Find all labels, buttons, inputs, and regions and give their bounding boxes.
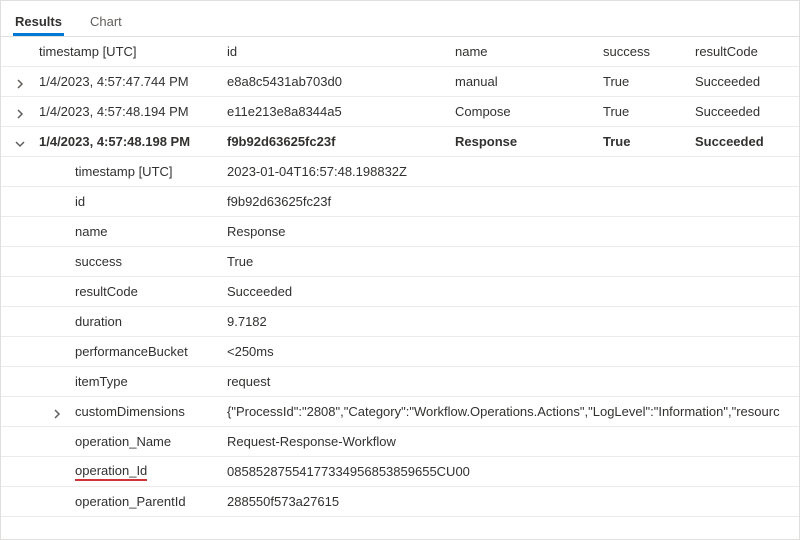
tab-results[interactable]: Results	[13, 8, 64, 36]
cell-resultcode: Succeeded	[695, 104, 799, 119]
detail-key-label: name	[75, 224, 108, 239]
cell-success: True	[603, 134, 695, 149]
detail-key: itemType	[75, 374, 227, 389]
chevron-down-icon[interactable]	[15, 137, 25, 147]
detail-key: success	[75, 254, 227, 269]
detail-key: performanceBucket	[75, 344, 227, 359]
detail-row: resultCode Succeeded	[1, 277, 799, 307]
detail-key-label: customDimensions	[75, 404, 185, 419]
detail-row: operation_Id 0858528755417733495685385965…	[1, 457, 799, 487]
row-toggle[interactable]	[1, 137, 39, 147]
cell-timestamp: 1/4/2023, 4:57:48.198 PM	[39, 134, 227, 149]
detail-key-label: duration	[75, 314, 122, 329]
detail-key: name	[75, 224, 227, 239]
detail-value: Response	[227, 224, 799, 239]
detail-key: id	[75, 194, 227, 209]
detail-row: duration 9.7182	[1, 307, 799, 337]
header-timestamp[interactable]: timestamp [UTC]	[39, 44, 227, 59]
detail-row: performanceBucket <250ms	[1, 337, 799, 367]
detail-value: 288550f573a27615	[227, 494, 799, 509]
detail-key: operation_Id	[75, 463, 227, 481]
detail-value: True	[227, 254, 799, 269]
detail-value: request	[227, 374, 799, 389]
cell-success: True	[603, 74, 695, 89]
detail-key: duration	[75, 314, 227, 329]
header-id[interactable]: id	[227, 44, 455, 59]
row-details: timestamp [UTC] 2023-01-04T16:57:48.19883…	[1, 157, 799, 517]
detail-key-label: timestamp [UTC]	[75, 164, 173, 179]
table-row[interactable]: 1/4/2023, 4:57:47.744 PMe8a8c5431ab703d0…	[1, 67, 799, 97]
detail-row: itemType request	[1, 367, 799, 397]
cell-timestamp: 1/4/2023, 4:57:47.744 PM	[39, 74, 227, 89]
header-name[interactable]: name	[455, 44, 603, 59]
detail-sub-toggle[interactable]	[39, 407, 75, 417]
detail-value: Succeeded	[227, 284, 799, 299]
detail-key-label: success	[75, 254, 122, 269]
detail-key-label: operation_Name	[75, 434, 171, 449]
column-header-row: timestamp [UTC] id name success resultCo…	[1, 37, 799, 67]
row-toggle[interactable]	[1, 77, 39, 87]
table-row[interactable]: 1/4/2023, 4:57:48.194 PMe11e213e8a8344a5…	[1, 97, 799, 127]
tab-bar: Results Chart	[1, 1, 799, 37]
detail-key-label: resultCode	[75, 284, 138, 299]
detail-value: f9b92d63625fc23f	[227, 194, 799, 209]
cell-timestamp: 1/4/2023, 4:57:48.194 PM	[39, 104, 227, 119]
tab-chart[interactable]: Chart	[88, 8, 124, 36]
detail-key: customDimensions	[75, 404, 227, 419]
detail-value: {"ProcessId":"2808","Category":"Workflow…	[227, 404, 799, 419]
chevron-right-icon[interactable]	[15, 107, 25, 117]
detail-value: 2023-01-04T16:57:48.198832Z	[227, 164, 799, 179]
header-success[interactable]: success	[603, 44, 695, 59]
cell-name: Compose	[455, 104, 603, 119]
detail-key: resultCode	[75, 284, 227, 299]
detail-row: customDimensions {"ProcessId":"2808","Cat…	[1, 397, 799, 427]
cell-id: e11e213e8a8344a5	[227, 104, 455, 119]
chevron-right-icon[interactable]	[15, 77, 25, 87]
detail-row: id f9b92d63625fc23f	[1, 187, 799, 217]
cell-resultcode: Succeeded	[695, 74, 799, 89]
detail-value: Request-Response-Workflow	[227, 434, 799, 449]
detail-row: operation_ParentId 288550f573a27615	[1, 487, 799, 517]
detail-key: timestamp [UTC]	[75, 164, 227, 179]
detail-value: 9.7182	[227, 314, 799, 329]
detail-row: timestamp [UTC] 2023-01-04T16:57:48.19883…	[1, 157, 799, 187]
detail-key: operation_Name	[75, 434, 227, 449]
header-resultcode[interactable]: resultCode	[695, 44, 799, 59]
cell-name: Response	[455, 134, 603, 149]
detail-key-label: operation_Id	[75, 463, 147, 481]
cell-resultcode: Succeeded	[695, 134, 799, 149]
cell-id: f9b92d63625fc23f	[227, 134, 455, 149]
detail-key-label: itemType	[75, 374, 128, 389]
detail-key-label: performanceBucket	[75, 344, 188, 359]
table-row[interactable]: 1/4/2023, 4:57:48.198 PMf9b92d63625fc23f…	[1, 127, 799, 157]
cell-id: e8a8c5431ab703d0	[227, 74, 455, 89]
detail-row: operation_Name Request-Response-Workflow	[1, 427, 799, 457]
detail-key-label: operation_ParentId	[75, 494, 186, 509]
cell-name: manual	[455, 74, 603, 89]
detail-value: <250ms	[227, 344, 799, 359]
detail-key-label: id	[75, 194, 85, 209]
detail-key: operation_ParentId	[75, 494, 227, 509]
cell-success: True	[603, 104, 695, 119]
detail-value: 08585287554177334956853859655CU00	[227, 464, 799, 479]
row-toggle[interactable]	[1, 107, 39, 117]
detail-row: success True	[1, 247, 799, 277]
detail-row: name Response	[1, 217, 799, 247]
chevron-right-icon[interactable]	[52, 407, 62, 417]
